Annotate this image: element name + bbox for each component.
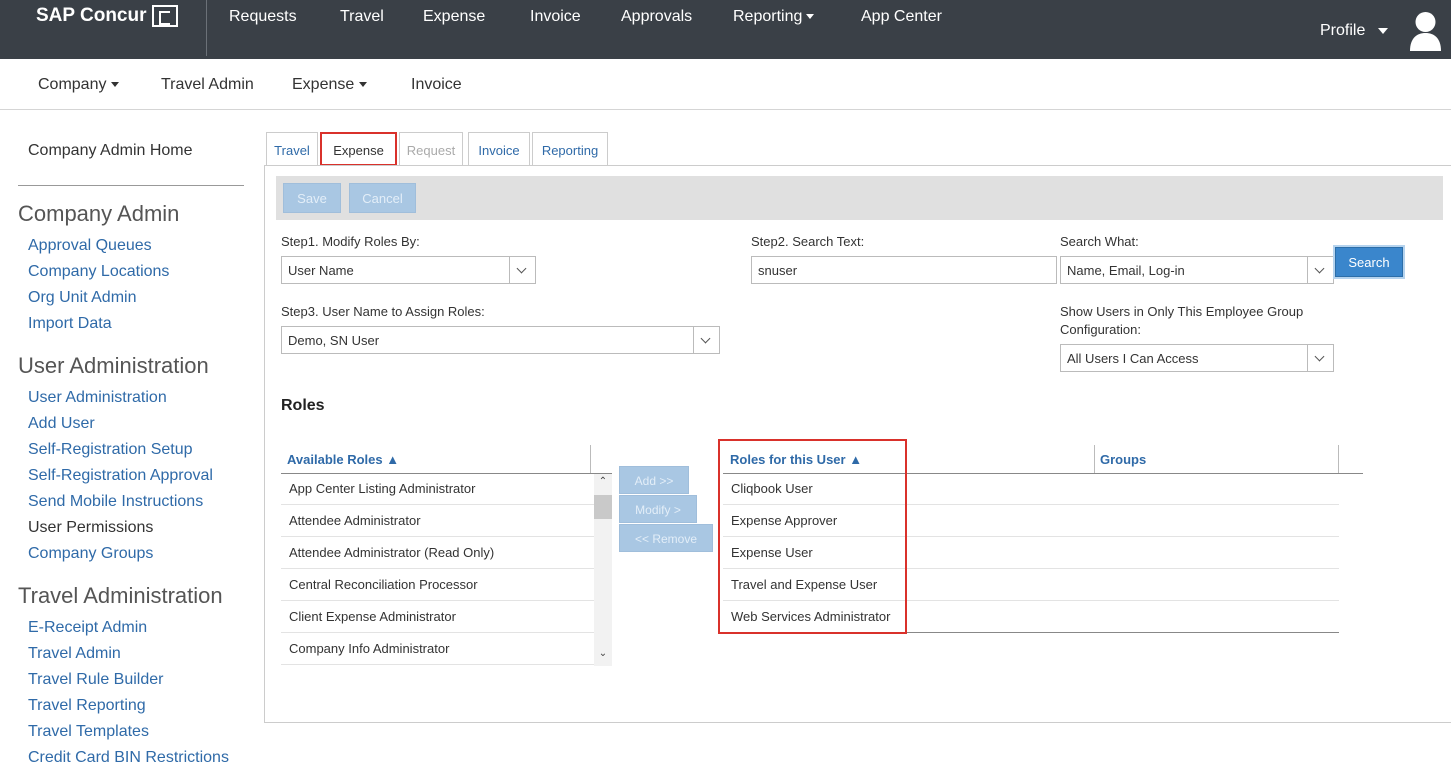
available-role-row[interactable]: Attendee Administrator <box>281 505 594 537</box>
top-nav-travel[interactable]: Travel <box>340 8 384 26</box>
chevron-down-icon <box>806 14 815 20</box>
cancel-button[interactable]: Cancel <box>349 183 416 213</box>
employee-group-value: All Users I Can Access <box>1067 351 1199 366</box>
column-divider <box>1338 445 1339 473</box>
top-navigation-bar: SAP Concur Requests Travel Expense Invoi… <box>0 0 1451 59</box>
top-nav-app-center[interactable]: App Center <box>861 8 942 26</box>
tab-invoice[interactable]: Invoice <box>468 132 530 166</box>
search-what-label: Search What: <box>1060 234 1139 249</box>
top-nav-approvals[interactable]: Approvals <box>621 8 692 26</box>
add-role-button[interactable]: Add >> <box>619 466 689 494</box>
search-button[interactable]: Search <box>1335 247 1403 277</box>
top-nav-requests[interactable]: Requests <box>229 8 297 26</box>
subnav-travel-admin[interactable]: Travel Admin <box>161 76 254 94</box>
roles-heading: Roles <box>281 397 325 414</box>
sidebar-link-travel-rule-builder[interactable]: Travel Rule Builder <box>28 671 163 689</box>
sidebar-link-self-registration-setup[interactable]: Self-Registration Setup <box>28 441 193 459</box>
concur-c-icon <box>151 5 178 27</box>
profile-menu[interactable]: Profile <box>1320 22 1365 40</box>
search-what-value: Name, Email, Log-in <box>1067 263 1185 278</box>
employee-group-label-line1: Show Users in Only This Employee Group <box>1060 304 1304 319</box>
chevron-up-icon[interactable]: ⌃ <box>594 476 612 494</box>
top-nav-reporting[interactable]: Reporting <box>733 8 815 26</box>
sidebar-link-company-locations[interactable]: Company Locations <box>28 263 169 281</box>
sidebar-link-org-unit-admin[interactable]: Org Unit Admin <box>28 289 136 307</box>
admin-sidebar: Company Admin Home Company Admin Approva… <box>0 110 264 771</box>
tab-request[interactable]: Request <box>399 132 463 166</box>
sidebar-divider <box>18 185 244 186</box>
sidebar-link-travel-reporting[interactable]: Travel Reporting <box>28 697 146 715</box>
admin-sub-navigation: Company Travel Admin Expense Invoice <box>0 59 1451 110</box>
company-admin-home-link[interactable]: Company Admin Home <box>28 142 193 160</box>
tab-travel[interactable]: Travel <box>266 132 318 166</box>
groups-header[interactable]: Groups <box>1100 452 1146 467</box>
sidebar-link-approval-queues[interactable]: Approval Queues <box>28 237 152 255</box>
subnav-company-label: Company <box>38 76 107 93</box>
chevron-down-icon <box>1307 345 1333 371</box>
section-heading-company-admin: Company Admin <box>18 201 180 226</box>
available-role-row[interactable]: Central Reconciliation Processor <box>281 569 594 601</box>
remove-role-button[interactable]: << Remove <box>619 524 713 552</box>
sidebar-link-travel-admin[interactable]: Travel Admin <box>28 645 121 663</box>
available-role-row[interactable]: App Center Listing Administrator <box>281 473 594 505</box>
sidebar-link-e-receipt-admin[interactable]: E-Receipt Admin <box>28 619 147 637</box>
sidebar-link-user-administration[interactable]: User Administration <box>28 389 167 407</box>
subnav-invoice[interactable]: Invoice <box>411 76 462 94</box>
action-toolbar: Save Cancel <box>276 176 1443 220</box>
employee-group-label-line2: Configuration: <box>1060 322 1141 337</box>
chevron-down-icon <box>509 257 535 283</box>
sort-ascending-icon: ▲ <box>386 452 400 467</box>
section-heading-travel-administration: Travel Administration <box>18 583 223 608</box>
logo-divider <box>206 0 207 56</box>
available-roles-header[interactable]: Available Roles ▲ <box>287 452 399 467</box>
modify-role-button[interactable]: Modify > <box>619 495 697 523</box>
sidebar-link-travel-templates[interactable]: Travel Templates <box>28 723 149 741</box>
modify-roles-by-value: User Name <box>288 263 354 278</box>
available-role-row[interactable]: Attendee Administrator (Read Only) <box>281 537 594 569</box>
subnav-expense[interactable]: Expense <box>292 76 368 94</box>
sap-concur-logo[interactable]: SAP Concur <box>36 5 178 27</box>
user-roles-highlight <box>718 439 907 634</box>
available-role-row[interactable]: Company Info Administrator <box>281 633 594 665</box>
sidebar-link-import-data[interactable]: Import Data <box>28 315 112 333</box>
sidebar-link-send-mobile-instructions[interactable]: Send Mobile Instructions <box>28 493 203 511</box>
sidebar-link-add-user[interactable]: Add User <box>28 415 95 433</box>
top-nav-reporting-label: Reporting <box>733 8 803 25</box>
chevron-down-icon[interactable] <box>1378 28 1388 34</box>
sidebar-link-credit-card-bin-restrictions[interactable]: Credit Card BIN Restrictions <box>28 749 229 767</box>
chevron-down-icon <box>359 82 368 88</box>
assign-roles-user-value: Demo, SN User <box>288 333 380 348</box>
column-divider <box>590 445 591 473</box>
chevron-down-icon <box>1307 257 1333 283</box>
modify-roles-by-select[interactable]: User Name <box>281 256 536 284</box>
main-content: Travel Expense Request Invoice Reporting… <box>264 110 1451 771</box>
search-what-select[interactable]: Name, Email, Log-in <box>1060 256 1334 284</box>
assign-roles-user-select[interactable]: Demo, SN User <box>281 326 720 354</box>
available-roles-header-label: Available Roles <box>287 452 383 467</box>
chevron-down-icon[interactable]: ⌄ <box>594 648 612 666</box>
chevron-down-icon <box>693 327 719 353</box>
available-role-row[interactable]: Client Expense Administrator <box>281 601 594 633</box>
column-divider <box>1094 445 1095 473</box>
top-nav-invoice[interactable]: Invoice <box>530 8 581 26</box>
sidebar-link-user-permissions[interactable]: User Permissions <box>28 519 153 537</box>
tab-reporting[interactable]: Reporting <box>532 132 608 166</box>
step1-label: Step1. Modify Roles By: <box>281 234 420 249</box>
user-avatar-icon[interactable] <box>1409 11 1442 51</box>
step2-label: Step2. Search Text: <box>751 234 865 249</box>
scrollbar-thumb[interactable] <box>594 495 612 519</box>
brand-name: SAP Concur <box>36 5 147 26</box>
top-nav-expense[interactable]: Expense <box>423 8 485 26</box>
subnav-company[interactable]: Company <box>38 76 120 94</box>
save-button[interactable]: Save <box>283 183 341 213</box>
chevron-down-icon <box>111 82 120 88</box>
tab-expense[interactable]: Expense <box>320 132 397 166</box>
section-heading-user-administration: User Administration <box>18 353 209 378</box>
subnav-expense-label: Expense <box>292 76 355 93</box>
sidebar-link-self-registration-approval[interactable]: Self-Registration Approval <box>28 467 213 485</box>
employee-group-select[interactable]: All Users I Can Access <box>1060 344 1334 372</box>
sidebar-link-company-groups[interactable]: Company Groups <box>28 545 153 563</box>
search-text-input[interactable]: snuser <box>751 256 1057 284</box>
step3-label: Step3. User Name to Assign Roles: <box>281 304 485 319</box>
